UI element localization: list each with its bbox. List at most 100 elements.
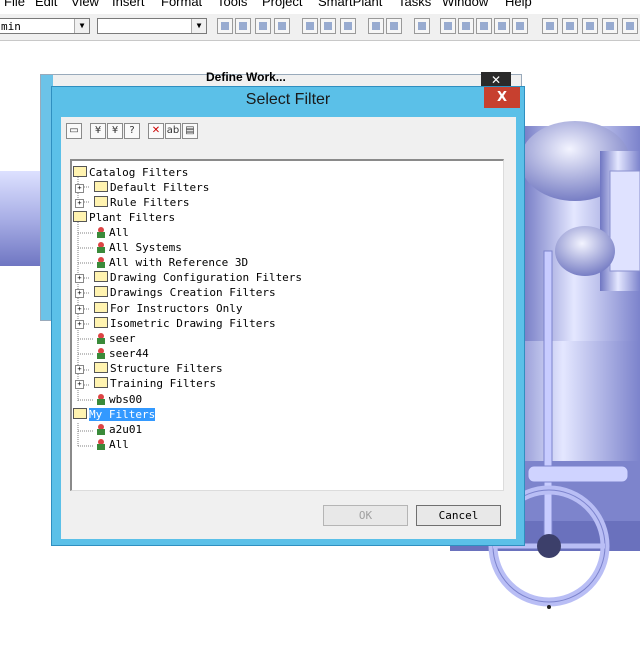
tree-item-structure-filters[interactable]: + Structure Filters <box>75 361 223 376</box>
tree-item-label: Default Filters <box>110 181 210 194</box>
filter-icon <box>96 242 106 253</box>
paste-icon[interactable] <box>340 18 356 34</box>
view-icon[interactable] <box>458 18 474 34</box>
tree-item-label: wbs00 <box>109 393 143 406</box>
main-toolbar: min ▼ ▼ <box>0 14 640 41</box>
tree-item-label: For Instructors Only <box>110 302 243 315</box>
tree-item-all-systems[interactable]: All Systems <box>96 240 182 255</box>
tree-item-label: All Systems <box>109 241 182 254</box>
new-sql-filter-icon[interactable]: ? <box>124 123 140 139</box>
workspace-combo[interactable]: min ▼ <box>0 18 90 34</box>
expand-icon[interactable]: + <box>75 320 84 329</box>
folder-icon <box>94 271 108 282</box>
cancel-button[interactable]: Cancel <box>416 505 501 526</box>
delete-icon[interactable]: ✕ <box>148 123 164 139</box>
properties-icon[interactable]: ▤ <box>182 123 198 139</box>
open-icon[interactable] <box>235 18 251 34</box>
view-side-icon[interactable] <box>602 18 618 34</box>
new-icon[interactable] <box>217 18 233 34</box>
view-iso-icon[interactable] <box>542 18 558 34</box>
zoom-icon[interactable] <box>512 18 528 34</box>
tree-item-drawing-configuration-filters[interactable]: + Drawing Configuration Filters <box>75 270 302 285</box>
tree-item-label: Isometric Drawing Filters <box>110 317 276 330</box>
folder-icon <box>94 302 108 313</box>
tree-item-label: My Filters <box>89 408 156 421</box>
menu-view[interactable]: View <box>71 0 99 9</box>
tree-item-seer[interactable]: seer <box>96 331 136 346</box>
tree-item-all-with-reference-3d[interactable]: All with Reference 3D <box>96 255 248 270</box>
tree-item-drawings-creation-filters[interactable]: + Drawings Creation Filters <box>75 285 276 300</box>
select-icon[interactable] <box>386 18 402 34</box>
ok-button[interactable]: OK <box>323 505 408 526</box>
expand-icon[interactable]: + <box>75 199 84 208</box>
tree-item-training-filters[interactable]: + Training Filters <box>75 376 216 391</box>
filter-combo[interactable]: ▼ <box>97 18 207 34</box>
expand-icon[interactable]: + <box>75 305 84 314</box>
copy-icon[interactable] <box>320 18 336 34</box>
folder-icon <box>73 166 87 177</box>
menu-project[interactable]: Project <box>262 0 302 9</box>
tree-item-all[interactable]: All <box>96 225 129 240</box>
undo-icon[interactable] <box>414 18 430 34</box>
menu-help[interactable]: Help <box>505 0 532 9</box>
tree-item-my-filters[interactable]: My Filters <box>73 407 156 422</box>
filter-icon <box>96 257 106 268</box>
tree-item-label: seer44 <box>109 347 149 360</box>
tree-item-label: Plant Filters <box>89 211 176 224</box>
tree-item-label: Catalog Filters <box>89 166 189 179</box>
chevron-down-icon[interactable]: ▼ <box>191 19 206 33</box>
menu-window[interactable]: Window <box>442 0 488 9</box>
tree-item-seer44[interactable]: seer44 <box>96 346 149 361</box>
menu-edit[interactable]: Edit <box>35 0 57 9</box>
folder-icon <box>94 317 108 328</box>
filter-tree[interactable]: Catalog Filters + Default Filters + Rule F… <box>70 159 504 491</box>
rotate-icon[interactable] <box>494 18 510 34</box>
window-title: Define Work... <box>206 70 286 84</box>
close-button[interactable]: X <box>484 87 520 108</box>
tree-item-isometric-drawing-filters[interactable]: + Isometric Drawing Filters <box>75 316 276 331</box>
tree-item-label: Training Filters <box>110 377 216 390</box>
rename-icon[interactable]: ab <box>165 123 181 139</box>
tree-item-label: Drawings Creation Filters <box>110 286 276 299</box>
tree-item-label: Rule Filters <box>110 196 190 209</box>
tree-item-rule-filters[interactable]: + Rule Filters <box>75 195 189 210</box>
tree-item-all[interactable]: All <box>96 437 129 452</box>
expand-icon[interactable]: + <box>75 274 84 283</box>
menu-tasks[interactable]: Tasks <box>398 0 431 9</box>
tree-item-label: All with Reference 3D <box>109 256 249 269</box>
menu-smartplant[interactable]: SmartPlant <box>318 0 382 9</box>
view-plan-icon[interactable] <box>562 18 578 34</box>
menu-bar: File Edit View Insert Format Tools Proje… <box>0 0 640 10</box>
tree-item-label: Drawing Configuration Filters <box>110 271 303 284</box>
menu-tools[interactable]: Tools <box>217 0 247 9</box>
tree-item-plant-filters[interactable]: Plant Filters <box>73 210 175 225</box>
tree-item-catalog-filters[interactable]: Catalog Filters <box>73 165 188 180</box>
tree-item-for-instructors-only[interactable]: + For Instructors Only <box>75 301 242 316</box>
pan-icon[interactable] <box>476 18 492 34</box>
tree-item-wbs00[interactable]: wbs00 <box>96 392 142 407</box>
menu-file[interactable]: File <box>4 0 25 9</box>
new-folder-icon[interactable]: ▭ <box>66 123 82 139</box>
view-front-icon[interactable] <box>582 18 598 34</box>
measure-icon[interactable] <box>440 18 456 34</box>
save-icon[interactable] <box>255 18 271 34</box>
menu-format[interactable]: Format <box>161 0 202 9</box>
expand-icon[interactable]: + <box>75 289 84 298</box>
expand-icon[interactable]: + <box>75 184 84 193</box>
view-top-icon[interactable] <box>622 18 638 34</box>
new-filter-icon[interactable]: ¥ <box>90 123 106 139</box>
expand-icon[interactable]: + <box>75 365 84 374</box>
tree-item-default-filters[interactable]: + Default Filters <box>75 180 209 195</box>
chevron-down-icon[interactable]: ▼ <box>74 19 89 33</box>
tree-item-a2u01[interactable]: a2u01 <box>96 422 142 437</box>
tree-item-label: seer <box>109 332 136 345</box>
graphic-view[interactable]: Define Work... ✕ Select Filter X ▭ ¥ ¥ ?… <box>0 41 640 654</box>
cut-icon[interactable] <box>302 18 318 34</box>
menu-insert[interactable]: Insert <box>112 0 145 9</box>
new-asking-filter-icon[interactable]: ¥ <box>107 123 123 139</box>
tree-item-label: All <box>109 438 129 451</box>
print-icon[interactable] <box>274 18 290 34</box>
delete-icon[interactable] <box>368 18 384 34</box>
filter-icon <box>96 439 106 450</box>
expand-icon[interactable]: + <box>75 380 84 389</box>
